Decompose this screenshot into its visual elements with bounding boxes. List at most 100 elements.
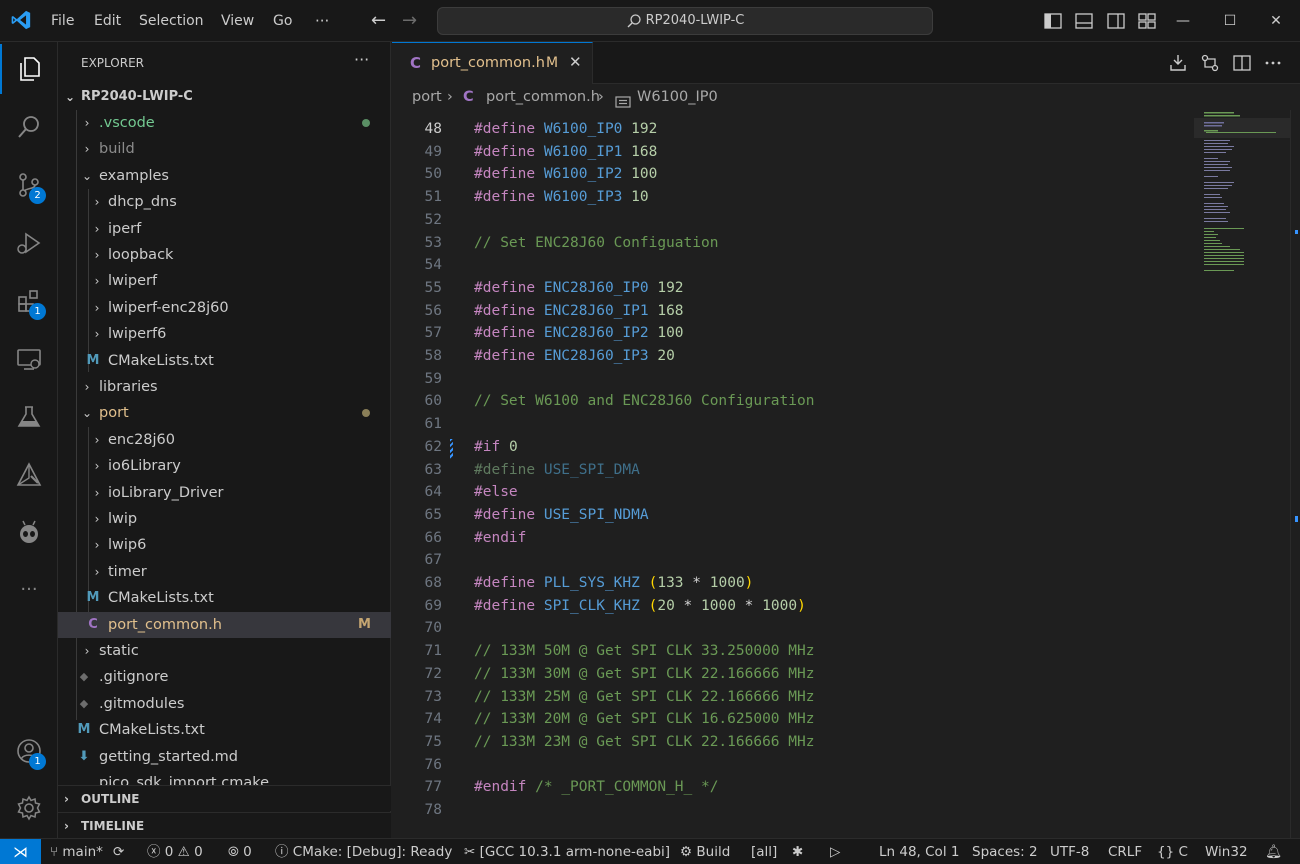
remote-indicator-icon[interactable]: ⋊ [0,839,41,864]
tree-item-port-cmakelists[interactable]: M CMakeLists.txt [58,585,391,611]
tree-item-loopback[interactable]: › loopback [58,242,391,268]
source-control-activity[interactable]: 2 [0,160,58,210]
more-activity[interactable]: ··· [0,564,58,614]
tree-item-examples[interactable]: ⌄ examples [58,163,391,189]
tree-item-build[interactable]: › build [58,136,391,162]
language-mode[interactable]: {} C [1157,839,1188,864]
close-window-button[interactable]: ✕ [1253,0,1299,42]
code-editor[interactable]: 48 #define W6100_IP0 192 49 #define W6100_I… [392,110,1300,838]
status-dot [362,409,370,417]
back-arrow-icon[interactable]: ← [371,0,386,42]
tree-item-static[interactable]: › static [58,638,391,664]
minimize-button[interactable]: — [1160,0,1206,42]
markdown-file-icon: ⬇ [78,749,90,764]
tree-item-pico-sdk-import[interactable]: pico_sdk_import.cmake [58,770,391,786]
toggle-secondary-sidebar-icon[interactable] [1106,11,1126,31]
cmake-status[interactable]: ⓘ CMake: [Debug]: Ready [275,839,452,864]
compare-changes-icon[interactable] [1200,53,1220,73]
extensions-activity[interactable]: 1 [0,276,58,326]
tree-item-root-cmakelists[interactable]: M CMakeLists.txt [58,717,391,743]
tree-item-iolibrary-driver[interactable]: › ioLibrary_Driver [58,480,391,506]
run-play-icon[interactable]: ▷ [830,839,840,864]
notifications-bell-icon[interactable]: 🔔︎ [1265,839,1282,864]
breadcrumb-folder[interactable]: port [412,84,442,110]
code-line: 52 [392,209,1192,232]
indentation[interactable]: Spaces: 2 [972,839,1038,864]
code-line: 53 // Set ENC28J60 Configuation [392,232,1192,255]
branch-status[interactable]: ⑂ main* [50,839,103,864]
toggle-primary-sidebar-icon[interactable] [1043,11,1063,31]
tree-item-timer[interactable]: › timer [58,559,391,585]
outline-section[interactable]: › OUTLINE [58,785,391,811]
tab-label: port_common.h [431,55,545,71]
tree-item-examples-cmakelists[interactable]: M CMakeLists.txt [58,348,391,374]
problems-status[interactable]: ⓧ 0 ⚠ 0 [147,839,203,864]
tab-modified-flag: M [546,55,559,71]
encoding[interactable]: UTF-8 [1050,839,1089,864]
customize-layout-icon[interactable] [1137,11,1157,31]
tree-item-gitignore[interactable]: ◆ .gitignore [58,664,391,690]
breadcrumb-file[interactable]: port_common.h [486,84,600,110]
platform[interactable]: Win32 [1205,839,1248,864]
forward-arrow-icon[interactable]: → [402,0,417,42]
menu-more[interactable]: ··· [315,0,329,42]
tree-item-iperf[interactable]: › iperf [58,216,391,242]
close-tab-button[interactable]: ✕ [569,53,582,71]
search-activity[interactable] [0,102,58,152]
tree-item-label: .gitmodules [99,696,185,712]
menu-selection[interactable]: Selection [139,0,204,42]
tree-item-lwip[interactable]: › lwip [58,506,391,532]
tree-item-lwiperf6[interactable]: › lwiperf6 [58,321,391,347]
tree-item-dhcp-dns[interactable]: › dhcp_dns [58,189,391,215]
tree-item-lwip6[interactable]: › lwip6 [58,532,391,558]
chevron-right-icon: › [94,433,100,447]
split-editor-icon[interactable] [1232,53,1252,73]
tree-item-port-common-h[interactable]: C port_common.h M [58,612,391,638]
tree-item-vscode[interactable]: › .vscode [58,110,391,136]
minimap[interactable] [1194,110,1290,290]
cmake-activity[interactable] [0,450,58,500]
tree-item-io6library[interactable]: › io6Library [58,453,391,479]
sync-icon[interactable]: ⟳ [113,839,124,864]
tree-item-gitmodules[interactable]: ◆ .gitmodules [58,691,391,717]
tree-item-lwiperf-enc28j60[interactable]: › lwiperf-enc28j60 [58,295,391,321]
git-file-icon: ◆ [79,670,89,683]
testing-activity[interactable] [0,392,58,442]
manage-activity[interactable] [0,783,58,833]
command-center-search[interactable]: RP2040-LWIP-C [437,7,933,35]
code-line: 54 [392,254,1192,277]
menu-edit[interactable]: Edit [94,0,121,42]
vertical-scrollbar[interactable] [1290,110,1300,838]
menu-go[interactable]: Go [273,0,292,42]
kit-status[interactable]: ✂ [GCC 10.3.1 arm-none-eabi] [464,839,670,864]
tree-item-getting-started[interactable]: ⬇ getting_started.md [58,744,391,770]
maximize-button[interactable]: ☐ [1207,0,1253,42]
line-ending[interactable]: CRLF [1108,839,1142,864]
explorer-activity[interactable] [0,44,58,94]
toggle-panel-icon[interactable] [1074,11,1094,31]
platformio-activity[interactable] [0,508,58,558]
code-text: #define SPI_CLK_KHZ (20 * 1000 * 1000) [474,597,806,614]
breadcrumb-symbol[interactable]: W6100_IP0 [637,84,718,110]
build-target[interactable]: [all] [751,839,777,864]
workspace-root[interactable]: ⌄ RP2040-LWIP-C [58,84,391,110]
chevron-right-icon: › [84,380,90,394]
tree-item-enc28j60[interactable]: › enc28j60 [58,427,391,453]
explorer-more-button[interactable]: ··· [354,50,369,69]
build-button[interactable]: ⚙ Build [680,839,730,864]
accounts-activity[interactable]: 1 [0,726,58,776]
save-download-icon[interactable] [1168,53,1188,73]
menu-view[interactable]: View [221,0,254,42]
tree-item-libraries[interactable]: › libraries [58,374,391,400]
tab-port-common-h[interactable]: C port_common.h M ✕ [392,42,593,84]
timeline-section[interactable]: › TIMELINE [58,812,391,838]
cursor-position[interactable]: Ln 48, Col 1 [879,839,959,864]
tree-item-port[interactable]: ⌄ port [58,400,391,426]
remote-explorer-activity[interactable] [0,334,58,384]
more-actions-icon[interactable] [1263,53,1283,73]
run-debug-activity[interactable] [0,218,58,268]
debug-bug-icon[interactable]: ✱ [792,839,803,864]
menu-file[interactable]: File [51,0,74,42]
ports-status[interactable]: ⦾ 0 [228,839,252,864]
tree-item-lwiperf[interactable]: › lwiperf [58,268,391,294]
